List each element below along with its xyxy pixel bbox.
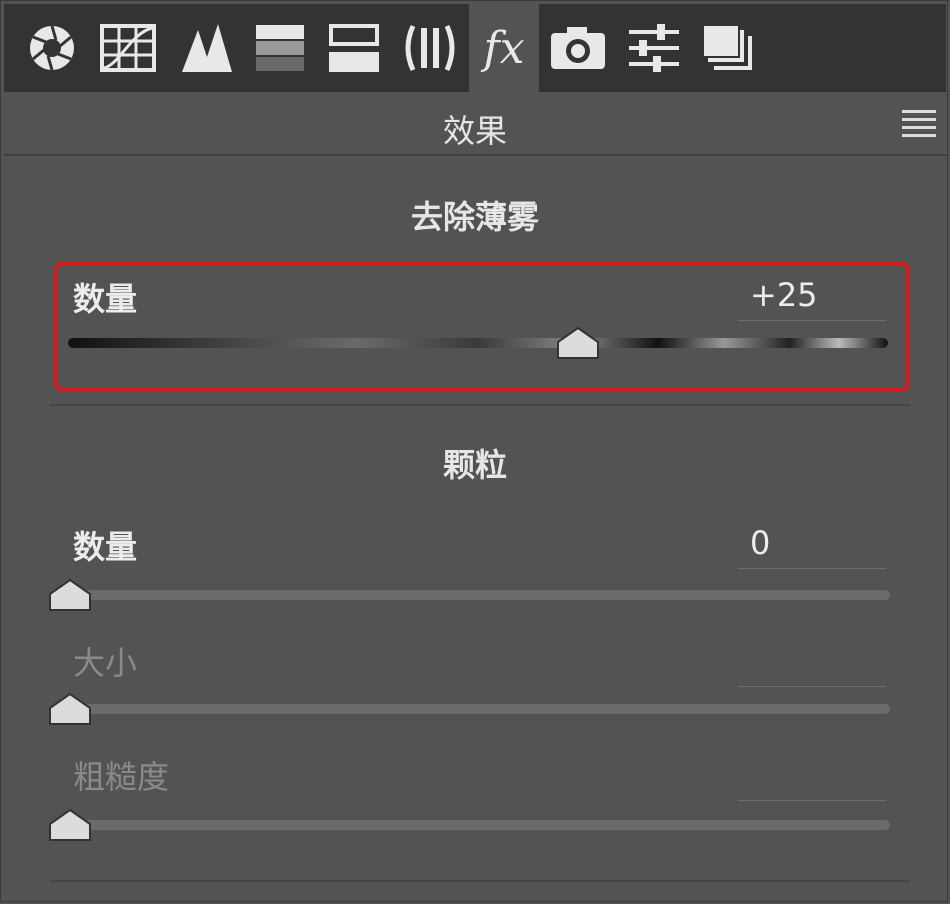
camera-calibration-icon[interactable] (548, 4, 608, 92)
dehaze-amount-label: 数量 (73, 280, 138, 318)
section-divider (50, 404, 910, 406)
fx-label: fx (483, 22, 525, 74)
grain-section-title: 颗粒 (442, 446, 507, 484)
grain-amount-label: 数量 (73, 528, 138, 566)
grain-amount-value: 0 (750, 524, 771, 562)
grain-roughness-slider-track (52, 820, 890, 830)
lens-corrections-icon[interactable] (400, 4, 460, 92)
section-divider-bottom (50, 880, 910, 882)
detail-icon[interactable] (176, 4, 236, 92)
dehaze-amount-slider-track[interactable] (68, 338, 888, 348)
grain-amount-slider-track[interactable] (52, 590, 890, 600)
aperture-icon[interactable] (22, 4, 82, 92)
dehaze-section-title: 去除薄雾 (410, 198, 539, 236)
presets-icon[interactable] (624, 4, 684, 92)
split-toning-icon[interactable] (324, 4, 384, 92)
dehaze-amount-slider-thumb[interactable] (556, 326, 600, 360)
grain-amount-slider-thumb[interactable] (48, 578, 92, 612)
grain-size-label: 大小 (73, 644, 138, 682)
grain-size-slider-thumb (49, 692, 91, 725)
dehaze-amount-field[interactable]: +25 (738, 276, 886, 321)
dehaze-amount-value: +25 (750, 276, 818, 314)
grain-roughness-slider-thumb (49, 808, 91, 841)
grain-roughness-label: 粗糙度 (73, 758, 170, 796)
grain-size-slider-track (52, 704, 890, 714)
snapshots-icon[interactable] (698, 4, 758, 92)
panel-tab-bar: fx (4, 4, 946, 92)
panel-header: 效果 (4, 92, 946, 156)
hsl-icon[interactable] (250, 4, 310, 92)
grain-roughness-field (738, 756, 886, 801)
menu-icon[interactable] (902, 110, 936, 137)
fx-icon[interactable]: fx (469, 4, 539, 92)
grain-size-field (738, 642, 886, 687)
grain-amount-field[interactable]: 0 (738, 524, 886, 569)
panel-title: 效果 (442, 112, 507, 150)
tone-curve-icon[interactable] (98, 4, 158, 92)
